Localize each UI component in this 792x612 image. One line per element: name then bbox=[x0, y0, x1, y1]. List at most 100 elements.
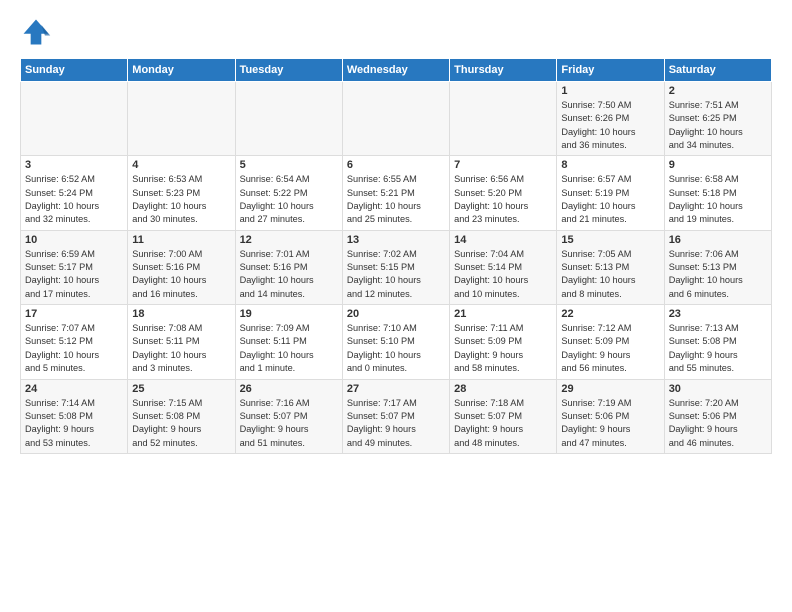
day-number: 17 bbox=[25, 308, 123, 320]
day-content: Sunrise: 7:51 AM Sunset: 6:25 PM Dayligh… bbox=[669, 99, 767, 152]
calendar-cell: 20 Sunrise: 7:10 AM Sunset: 5:10 PM Dayli… bbox=[342, 305, 449, 379]
day-number: 8 bbox=[561, 159, 659, 171]
logo bbox=[20, 16, 56, 48]
header-day-friday: Friday bbox=[557, 59, 664, 82]
day-content: Sunrise: 6:54 AM Sunset: 5:22 PM Dayligh… bbox=[240, 173, 338, 226]
day-number: 10 bbox=[25, 234, 123, 246]
header-day-monday: Monday bbox=[128, 59, 235, 82]
day-content: Sunrise: 6:52 AM Sunset: 5:24 PM Dayligh… bbox=[25, 173, 123, 226]
day-content: Sunrise: 7:16 AM Sunset: 5:07 PM Dayligh… bbox=[240, 397, 338, 450]
day-content: Sunrise: 6:58 AM Sunset: 5:18 PM Dayligh… bbox=[669, 173, 767, 226]
week-row-2: 3 Sunrise: 6:52 AM Sunset: 5:24 PM Daylig… bbox=[21, 156, 772, 230]
week-row-4: 17 Sunrise: 7:07 AM Sunset: 5:12 PM Dayli… bbox=[21, 305, 772, 379]
day-content: Sunrise: 6:57 AM Sunset: 5:19 PM Dayligh… bbox=[561, 173, 659, 226]
calendar-header: SundayMondayTuesdayWednesdayThursdayFrid… bbox=[21, 59, 772, 82]
calendar-cell: 27 Sunrise: 7:17 AM Sunset: 5:07 PM Dayli… bbox=[342, 379, 449, 453]
day-content: Sunrise: 7:19 AM Sunset: 5:06 PM Dayligh… bbox=[561, 397, 659, 450]
calendar-cell: 18 Sunrise: 7:08 AM Sunset: 5:11 PM Dayli… bbox=[128, 305, 235, 379]
calendar-cell: 3 Sunrise: 6:52 AM Sunset: 5:24 PM Daylig… bbox=[21, 156, 128, 230]
day-number: 20 bbox=[347, 308, 445, 320]
day-number: 12 bbox=[240, 234, 338, 246]
day-number: 21 bbox=[454, 308, 552, 320]
day-content: Sunrise: 6:56 AM Sunset: 5:20 PM Dayligh… bbox=[454, 173, 552, 226]
day-number: 27 bbox=[347, 383, 445, 395]
logo-icon bbox=[20, 16, 52, 48]
day-number: 4 bbox=[132, 159, 230, 171]
day-number: 15 bbox=[561, 234, 659, 246]
calendar-cell: 12 Sunrise: 7:01 AM Sunset: 5:16 PM Dayli… bbox=[235, 230, 342, 304]
day-number: 7 bbox=[454, 159, 552, 171]
calendar-cell: 1 Sunrise: 7:50 AM Sunset: 6:26 PM Daylig… bbox=[557, 82, 664, 156]
header-row: SundayMondayTuesdayWednesdayThursdayFrid… bbox=[21, 59, 772, 82]
calendar-cell: 22 Sunrise: 7:12 AM Sunset: 5:09 PM Dayli… bbox=[557, 305, 664, 379]
calendar-cell: 30Sunrise: 7:20 AM Sunset: 5:06 PM Dayli… bbox=[664, 379, 771, 453]
header-day-saturday: Saturday bbox=[664, 59, 771, 82]
calendar-cell: 13 Sunrise: 7:02 AM Sunset: 5:15 PM Dayli… bbox=[342, 230, 449, 304]
day-number: 30 bbox=[669, 383, 767, 395]
week-row-1: 1 Sunrise: 7:50 AM Sunset: 6:26 PM Daylig… bbox=[21, 82, 772, 156]
day-content: Sunrise: 7:02 AM Sunset: 5:15 PM Dayligh… bbox=[347, 248, 445, 301]
calendar-cell: 29 Sunrise: 7:19 AM Sunset: 5:06 PM Dayli… bbox=[557, 379, 664, 453]
calendar-table: SundayMondayTuesdayWednesdayThursdayFrid… bbox=[20, 58, 772, 454]
calendar-cell: 2 Sunrise: 7:51 AM Sunset: 6:25 PM Daylig… bbox=[664, 82, 771, 156]
calendar-cell: 25Sunrise: 7:15 AM Sunset: 5:08 PM Dayli… bbox=[128, 379, 235, 453]
calendar-cell: 4 Sunrise: 6:53 AM Sunset: 5:23 PM Daylig… bbox=[128, 156, 235, 230]
day-number: 19 bbox=[240, 308, 338, 320]
day-number: 1 bbox=[561, 85, 659, 97]
calendar-cell bbox=[21, 82, 128, 156]
calendar-cell: 9 Sunrise: 6:58 AM Sunset: 5:18 PM Daylig… bbox=[664, 156, 771, 230]
day-number: 28 bbox=[454, 383, 552, 395]
day-number: 11 bbox=[132, 234, 230, 246]
calendar-cell: 24Sunrise: 7:14 AM Sunset: 5:08 PM Dayli… bbox=[21, 379, 128, 453]
day-content: Sunrise: 7:05 AM Sunset: 5:13 PM Dayligh… bbox=[561, 248, 659, 301]
day-number: 9 bbox=[669, 159, 767, 171]
calendar-cell: 14 Sunrise: 7:04 AM Sunset: 5:14 PM Dayli… bbox=[450, 230, 557, 304]
calendar-cell bbox=[235, 82, 342, 156]
day-content: Sunrise: 7:13 AM Sunset: 5:08 PM Dayligh… bbox=[669, 322, 767, 375]
calendar-cell: 19 Sunrise: 7:09 AM Sunset: 5:11 PM Dayli… bbox=[235, 305, 342, 379]
calendar-cell: 15 Sunrise: 7:05 AM Sunset: 5:13 PM Dayli… bbox=[557, 230, 664, 304]
day-content: Sunrise: 7:08 AM Sunset: 5:11 PM Dayligh… bbox=[132, 322, 230, 375]
day-number: 5 bbox=[240, 159, 338, 171]
day-content: Sunrise: 6:55 AM Sunset: 5:21 PM Dayligh… bbox=[347, 173, 445, 226]
day-content: Sunrise: 7:12 AM Sunset: 5:09 PM Dayligh… bbox=[561, 322, 659, 375]
day-content: Sunrise: 7:15 AM Sunset: 5:08 PM Dayligh… bbox=[132, 397, 230, 450]
day-content: Sunrise: 7:01 AM Sunset: 5:16 PM Dayligh… bbox=[240, 248, 338, 301]
page: SundayMondayTuesdayWednesdayThursdayFrid… bbox=[0, 0, 792, 612]
day-content: Sunrise: 7:09 AM Sunset: 5:11 PM Dayligh… bbox=[240, 322, 338, 375]
calendar-cell: 28 Sunrise: 7:18 AM Sunset: 5:07 PM Dayli… bbox=[450, 379, 557, 453]
day-number: 18 bbox=[132, 308, 230, 320]
calendar-cell: 26 Sunrise: 7:16 AM Sunset: 5:07 PM Dayli… bbox=[235, 379, 342, 453]
day-content: Sunrise: 7:04 AM Sunset: 5:14 PM Dayligh… bbox=[454, 248, 552, 301]
day-number: 3 bbox=[25, 159, 123, 171]
calendar-cell: 17 Sunrise: 7:07 AM Sunset: 5:12 PM Dayli… bbox=[21, 305, 128, 379]
calendar-cell: 10 Sunrise: 6:59 AM Sunset: 5:17 PM Dayli… bbox=[21, 230, 128, 304]
day-number: 2 bbox=[669, 85, 767, 97]
day-content: Sunrise: 6:59 AM Sunset: 5:17 PM Dayligh… bbox=[25, 248, 123, 301]
day-number: 29 bbox=[561, 383, 659, 395]
day-number: 26 bbox=[240, 383, 338, 395]
day-content: Sunrise: 7:17 AM Sunset: 5:07 PM Dayligh… bbox=[347, 397, 445, 450]
day-number: 14 bbox=[454, 234, 552, 246]
day-content: Sunrise: 7:50 AM Sunset: 6:26 PM Dayligh… bbox=[561, 99, 659, 152]
calendar-cell: 21 Sunrise: 7:11 AM Sunset: 5:09 PM Dayli… bbox=[450, 305, 557, 379]
day-content: Sunrise: 7:00 AM Sunset: 5:16 PM Dayligh… bbox=[132, 248, 230, 301]
week-row-3: 10 Sunrise: 6:59 AM Sunset: 5:17 PM Dayli… bbox=[21, 230, 772, 304]
day-content: Sunrise: 7:11 AM Sunset: 5:09 PM Dayligh… bbox=[454, 322, 552, 375]
calendar-cell: 23Sunrise: 7:13 AM Sunset: 5:08 PM Dayli… bbox=[664, 305, 771, 379]
calendar-cell bbox=[450, 82, 557, 156]
day-content: Sunrise: 7:18 AM Sunset: 5:07 PM Dayligh… bbox=[454, 397, 552, 450]
day-number: 22 bbox=[561, 308, 659, 320]
day-content: Sunrise: 7:07 AM Sunset: 5:12 PM Dayligh… bbox=[25, 322, 123, 375]
day-number: 13 bbox=[347, 234, 445, 246]
header-day-sunday: Sunday bbox=[21, 59, 128, 82]
calendar-cell: 7 Sunrise: 6:56 AM Sunset: 5:20 PM Daylig… bbox=[450, 156, 557, 230]
day-number: 24 bbox=[25, 383, 123, 395]
day-content: Sunrise: 7:10 AM Sunset: 5:10 PM Dayligh… bbox=[347, 322, 445, 375]
header-day-thursday: Thursday bbox=[450, 59, 557, 82]
calendar-cell: 16Sunrise: 7:06 AM Sunset: 5:13 PM Dayli… bbox=[664, 230, 771, 304]
calendar-cell bbox=[128, 82, 235, 156]
day-content: Sunrise: 6:53 AM Sunset: 5:23 PM Dayligh… bbox=[132, 173, 230, 226]
day-content: Sunrise: 7:06 AM Sunset: 5:13 PM Dayligh… bbox=[669, 248, 767, 301]
week-row-5: 24Sunrise: 7:14 AM Sunset: 5:08 PM Dayli… bbox=[21, 379, 772, 453]
